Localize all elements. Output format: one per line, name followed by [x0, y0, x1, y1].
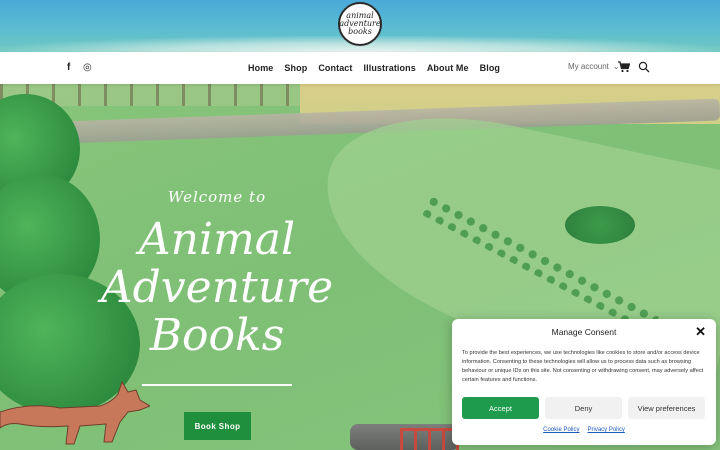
consent-title: Manage Consent — [551, 327, 617, 337]
hero-title-line-2: Adventure — [100, 262, 334, 313]
hero-divider — [142, 384, 292, 386]
hero-title-line-1: Animal — [138, 214, 296, 265]
deny-button[interactable]: Deny — [545, 397, 622, 419]
logo-line-3: books — [348, 27, 372, 36]
accept-button[interactable]: Accept — [462, 397, 539, 419]
book-shop-button[interactable]: Book Shop — [184, 412, 251, 440]
view-preferences-button[interactable]: View preferences — [628, 397, 705, 419]
nav-item-contact[interactable]: Contact — [318, 63, 352, 73]
hero-title-line-3: Books — [149, 310, 285, 361]
consent-dialog: Manage Consent ✕ To provide the best exp… — [452, 319, 716, 445]
cart-icon[interactable] — [618, 61, 630, 73]
nav-item-blog[interactable]: Blog — [480, 63, 500, 73]
my-account-menu[interactable]: My account ⌄ — [568, 62, 620, 71]
facebook-icon[interactable]: f — [67, 62, 70, 73]
site-logo[interactable]: animal adventure books — [338, 2, 382, 46]
privacy-policy-link[interactable]: Privacy Policy — [588, 427, 625, 433]
hero-title: Animal Adventure Books — [90, 216, 344, 360]
nav-menu: Home Shop Contact Illustrations About Me… — [248, 52, 500, 84]
instagram-icon[interactable]: ◎ — [83, 62, 92, 73]
nav-item-illustrations[interactable]: Illustrations — [364, 63, 416, 73]
consent-links: Cookie Policy Privacy Policy — [452, 427, 716, 433]
hero-welcome-text: Welcome to — [167, 188, 267, 206]
bush — [565, 206, 635, 244]
fox-illustration — [0, 380, 150, 445]
my-account-label: My account — [568, 62, 609, 71]
main-navigation: f ◎ Home Shop Contact Illustrations Abou… — [0, 52, 720, 84]
consent-body: To provide the best experiences, we use … — [462, 350, 704, 383]
close-icon[interactable]: ✕ — [695, 325, 706, 338]
search-icon[interactable] — [638, 61, 650, 73]
nav-item-home[interactable]: Home — [248, 63, 273, 73]
nav-item-shop[interactable]: Shop — [284, 63, 307, 73]
cookie-policy-link[interactable]: Cookie Policy — [543, 427, 579, 433]
nav-item-about-me[interactable]: About Me — [427, 63, 469, 73]
